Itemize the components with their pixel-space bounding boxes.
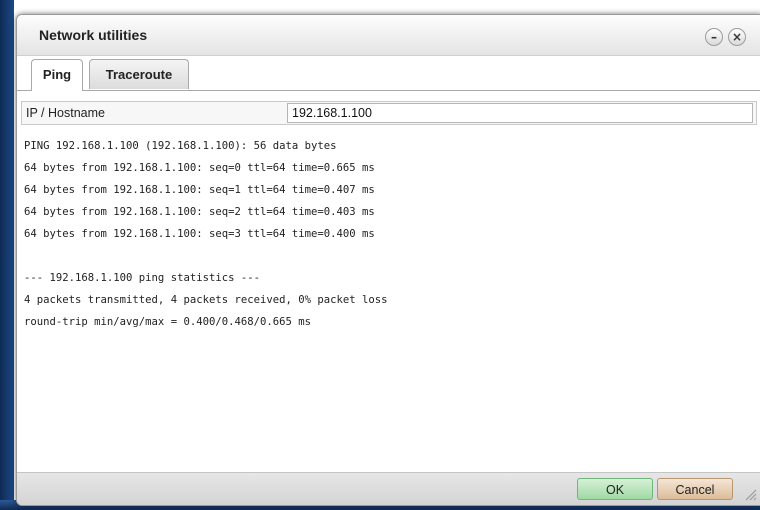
title-bar[interactable]: Network utilities – × (17, 15, 760, 56)
hostname-input[interactable] (287, 103, 753, 123)
tab-bar: Ping Traceroute (17, 56, 760, 91)
ok-button[interactable]: OK (577, 478, 653, 500)
output-line: 64 bytes from 192.168.1.100: seq=3 ttl=6… (24, 228, 375, 240)
close-icon[interactable]: × (728, 28, 746, 46)
dialog-footer: OK Cancel (17, 472, 760, 505)
minimize-icon[interactable]: – (705, 28, 723, 46)
output-line: 64 bytes from 192.168.1.100: seq=0 ttl=6… (24, 162, 375, 174)
output-line: 4 packets transmitted, 4 packets receive… (24, 294, 388, 306)
output-line: 64 bytes from 192.168.1.100: seq=2 ttl=6… (24, 206, 375, 218)
ping-output: PING 192.168.1.100 (192.168.1.100): 56 d… (24, 135, 752, 465)
output-line: round-trip min/avg/max = 0.400/0.468/0.6… (24, 316, 312, 328)
tab-traceroute[interactable]: Traceroute (89, 59, 189, 89)
output-line: PING 192.168.1.100 (192.168.1.100): 56 d… (24, 140, 337, 152)
resize-grip-icon[interactable] (745, 489, 757, 501)
output-line: 64 bytes from 192.168.1.100: seq=1 ttl=6… (24, 184, 375, 196)
output-line: --- 192.168.1.100 ping statistics --- (24, 272, 260, 284)
hostname-label: IP / Hostname (26, 106, 105, 120)
network-utilities-dialog: Network utilities – × Ping Traceroute IP… (16, 14, 760, 506)
tab-ping[interactable]: Ping (31, 59, 83, 91)
dialog-title: Network utilities (39, 27, 148, 43)
hostname-row: IP / Hostname (21, 101, 757, 125)
desktop-background (0, 0, 14, 510)
cancel-button[interactable]: Cancel (657, 478, 733, 500)
output-line-blank: ​ (24, 245, 752, 267)
